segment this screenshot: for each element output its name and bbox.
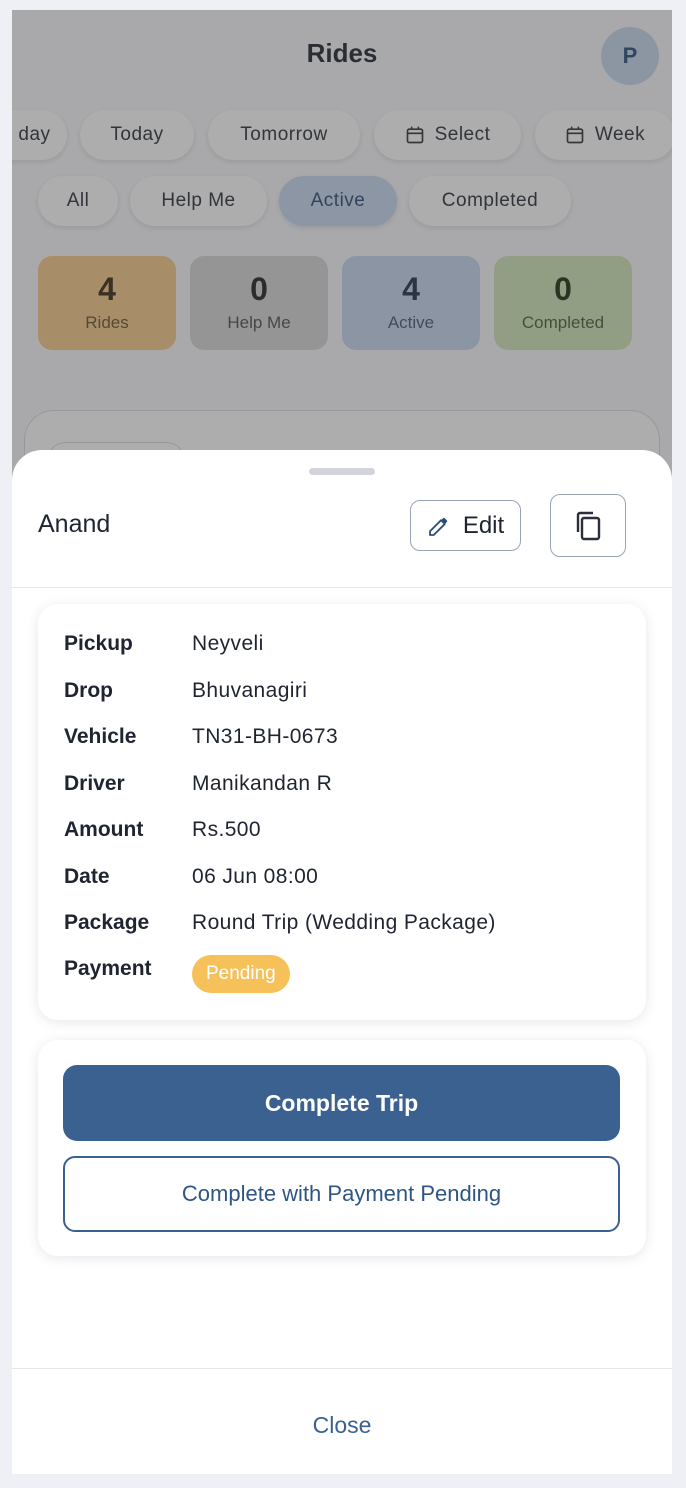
edit-button[interactable]: Edit	[410, 500, 521, 551]
phone-screen: Rides P day Today Tomorrow Select Week A…	[12, 10, 672, 1474]
copy-icon	[576, 511, 601, 540]
close-button[interactable]: Close	[12, 1400, 672, 1450]
detail-key: Date	[64, 865, 110, 888]
actions-card: Complete Trip Complete with Payment Pend…	[38, 1040, 646, 1256]
detail-row-drop: Drop Bhuvanagiri	[64, 676, 307, 706]
detail-key: Amount	[64, 818, 144, 841]
complete-payment-pending-button[interactable]: Complete with Payment Pending	[63, 1156, 620, 1232]
detail-key: Drop	[64, 679, 113, 702]
detail-row-vehicle: Vehicle TN31-BH-0673	[64, 722, 338, 752]
detail-row-payment: Payment Pending	[64, 955, 290, 995]
detail-key: Driver	[64, 772, 125, 795]
ride-detail-sheet: Anand Edit Pickup Neyveli Drop Bhuvanagi…	[12, 450, 672, 1474]
pickup-value: Neyveli	[192, 632, 264, 655]
detail-key: Pickup	[64, 632, 133, 655]
detail-row-amount: Amount Rs.500	[64, 815, 261, 845]
driver-value: Manikandan R	[192, 772, 333, 795]
pencil-icon	[428, 517, 448, 536]
amount-value: Rs.500	[192, 818, 261, 841]
drop-value: Bhuvanagiri	[192, 679, 308, 702]
package-value: Round Trip (Wedding Package)	[192, 911, 496, 934]
header-divider	[12, 587, 672, 588]
edit-label: Edit	[462, 511, 505, 539]
detail-row-pickup: Pickup Neyveli	[64, 629, 264, 659]
detail-row-package: Package Round Trip (Wedding Package)	[64, 908, 496, 938]
complete-trip-button[interactable]: Complete Trip	[63, 1065, 620, 1141]
detail-row-date: Date 06 Jun 08:00	[64, 862, 318, 892]
ride-details-card: Pickup Neyveli Drop Bhuvanagiri Vehicle …	[38, 604, 646, 1020]
footer-divider	[12, 1368, 672, 1369]
drag-handle[interactable]	[309, 468, 375, 475]
customer-name: Anand	[38, 510, 111, 538]
detail-key: Vehicle	[64, 725, 137, 748]
vehicle-value: TN31-BH-0673	[192, 725, 339, 748]
copy-button[interactable]	[550, 494, 626, 557]
date-value: 06 Jun 08:00	[192, 865, 319, 888]
payment-status-badge: Pending	[192, 955, 290, 993]
detail-row-driver: Driver Manikandan R	[64, 769, 332, 799]
detail-key: Payment	[64, 957, 152, 980]
detail-key: Package	[64, 911, 150, 934]
